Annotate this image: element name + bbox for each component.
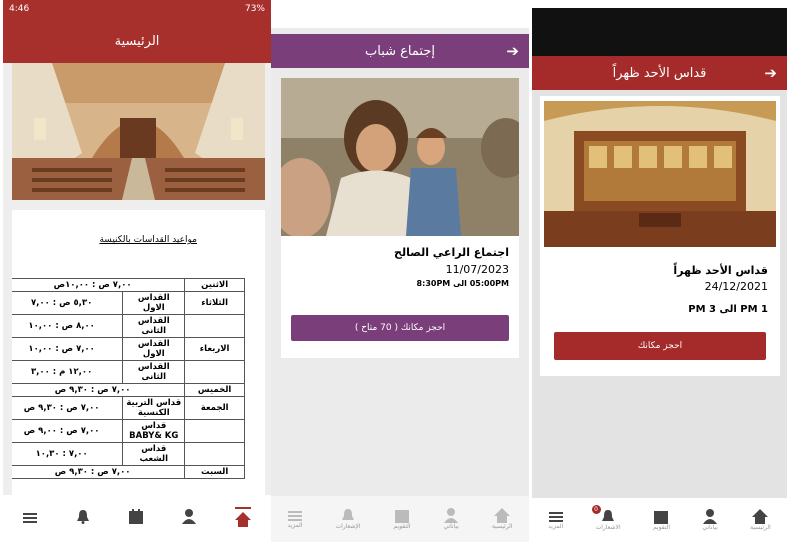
mass-cell: القداس الثانى	[122, 360, 186, 384]
status-time: 4:46	[9, 4, 30, 14]
mass-cell: القداس الاول	[122, 337, 186, 361]
mass-cell: قداس الشعب	[122, 442, 186, 466]
schedule-table: الاثنين ٧,٠٠ ص : ١٠,٠٠ص الثلاثاء القداس الا…	[12, 278, 245, 479]
mass-cell: قداس BABY& KG	[122, 419, 186, 443]
youth-header: إجتماع شباب ➔	[271, 34, 529, 68]
bottom-nav: المزيد الإشعارات التقويم بياناتي الرئيسي…	[271, 496, 529, 542]
user-icon[interactable]	[182, 509, 197, 528]
event-title: اجتماع الراعي الصالح	[394, 246, 509, 259]
day-cell: السبت	[184, 465, 245, 479]
time-cell: ٧,٠٠ ص : ٩,٣٠ ص	[12, 396, 124, 420]
mass-cell: القداس الثانى	[122, 314, 186, 338]
event-photo	[544, 101, 776, 247]
time-cell: ٧,٠٠ ص : ١٠,٠٠ص	[12, 278, 186, 292]
nav-profile-label: بياناتي	[702, 524, 718, 531]
nav-notifications-label: الإشعارات	[335, 523, 361, 530]
time-cell: ٧,٠٠ ص : ٩,٠٠ ص	[12, 419, 124, 443]
table-row: الجمعة قداس التربية الكنسية ٧,٠٠ ص : ٩,٣٠ …	[12, 396, 245, 420]
bottom-nav: المزيد 0 الاشعارات التقويم بياناتي الرئيس…	[532, 498, 787, 542]
table-row: القداس الثانى ١٢,٠٠ م : ٣,٠٠	[12, 360, 245, 384]
schedule-card: مواعيد القداسات بالكنيسة الاثنين ٧,٠٠ ص :…	[12, 210, 265, 495]
nav-calendar[interactable]: التقويم	[653, 509, 670, 531]
status-bar	[532, 8, 787, 56]
event-card: اجتماع الراعي الصالح 11/07/2023 05:00PM …	[281, 78, 519, 358]
notification-badge: 0	[591, 505, 601, 514]
home-screen: 4:46 73% الرئيسية مواعيد القداسات بالكني…	[3, 0, 271, 542]
day-cell: الخميس	[184, 383, 245, 397]
church-photo	[12, 63, 265, 200]
page-title: قداس الأحد ظهراً	[612, 65, 707, 81]
mass-header: قداس الأحد ظهراً ➔	[532, 56, 787, 90]
calendar-icon[interactable]	[128, 509, 143, 528]
day-cell: الجمعة	[184, 396, 245, 420]
time-cell: ٨,٠٠ ص : ١٠,٠٠	[12, 314, 124, 338]
nav-more-label: المزيد	[287, 521, 303, 529]
day-cell: الثلاثاء	[184, 291, 245, 315]
page-title: إجتماع شباب	[365, 43, 435, 59]
day-cell: الاربعاء	[184, 337, 245, 361]
time-cell: ٧,٠٠ ص : ١٠,٠٠	[12, 337, 124, 361]
home-icon[interactable]	[235, 506, 252, 531]
nav-home[interactable]: الرئيسية	[750, 509, 771, 531]
schedule-title: مواعيد القداسات بالكنيسة	[99, 235, 197, 245]
event-title: قداس الأحد ظهراً	[673, 264, 768, 277]
nav-home[interactable]: الرئيسية	[492, 508, 513, 530]
nav-home-label: الرئيسية	[491, 523, 513, 530]
table-row: القداس الثانى ٨,٠٠ ص : ١٠,٠٠	[12, 314, 245, 338]
youth-meeting-screen: إجتماع شباب ➔ اجتماع الراعي الصالح 11/07…	[271, 28, 529, 542]
mass-cell: قداس التربية الكنسية	[122, 396, 186, 420]
book-seat-button[interactable]: احجز مكانك ( 70 متاح )	[291, 315, 509, 341]
nav-notifications[interactable]: الإشعارات	[335, 508, 361, 530]
table-row: السبت ٧,٠٠ ص : ٩,٣٠ ص	[12, 465, 245, 479]
home-header: الرئيسية	[3, 20, 271, 63]
event-photo	[281, 78, 519, 236]
table-row: قداس BABY& KG ٧,٠٠ ص : ٩,٠٠ ص	[12, 419, 245, 443]
nav-profile[interactable]: بياناتي	[443, 508, 459, 530]
event-date: 24/12/2021	[704, 280, 768, 293]
sunday-mass-screen: قداس الأحد ظهراً ➔ قداس الأحد ظهراً 24/1…	[532, 8, 787, 542]
nav-home-label: الرئيسية	[750, 524, 771, 531]
table-row: قداس الشعب ٧,٠٠ : ١٠,٣٠	[12, 442, 245, 466]
book-seat-button[interactable]: احجز مكانك	[554, 332, 766, 360]
event-time: 05:00PM الى 8:30PM	[416, 279, 509, 288]
nav-more[interactable]: المزيد	[287, 510, 303, 529]
time-cell: ٧,٠٠ ص : ٩,٣٠ ص	[12, 383, 186, 397]
page-title: الرئيسية	[114, 34, 160, 49]
status-battery: 73%	[244, 4, 265, 14]
day-cell: الاثنين	[184, 278, 245, 292]
nav-notifications[interactable]: 0 الاشعارات	[591, 505, 621, 531]
nav-profile[interactable]: بياناتي	[702, 509, 718, 531]
bottom-nav	[3, 495, 271, 542]
nav-profile-label: بياناتي	[443, 523, 459, 530]
time-cell: ٥,٣٠ ص : ٧,٠٠	[12, 291, 124, 315]
day-cell	[184, 442, 245, 466]
nav-calendar-label: التقويم	[652, 524, 671, 531]
day-cell	[184, 360, 245, 384]
event-time: 1 PM الى 3 PM	[688, 304, 768, 315]
nav-calendar-label: التقويم	[393, 523, 411, 530]
nav-more[interactable]: المزيد	[548, 511, 563, 530]
time-cell: ٧,٠٠ ص : ٩,٣٠ ص	[12, 465, 186, 479]
day-cell	[184, 314, 245, 338]
table-row: الثلاثاء القداس الاول ٥,٣٠ ص : ٧,٠٠	[12, 291, 245, 315]
nav-notifications-label: الاشعارات	[595, 524, 621, 531]
back-arrow-icon[interactable]: ➔	[764, 64, 777, 82]
mass-cell: القداس الاول	[122, 291, 186, 315]
nav-more-label: المزيد	[548, 522, 564, 530]
event-card: قداس الأحد ظهراً 24/12/2021 1 PM الى 3 P…	[540, 96, 780, 376]
event-date: 11/07/2023	[445, 263, 509, 276]
day-cell	[184, 419, 245, 443]
status-bar: 4:46 73%	[3, 0, 271, 20]
back-arrow-icon[interactable]: ➔	[506, 42, 519, 60]
bell-icon[interactable]	[76, 509, 90, 528]
time-cell: ١٢,٠٠ م : ٣,٠٠	[12, 360, 124, 384]
time-cell: ٧,٠٠ : ١٠,٣٠	[12, 442, 124, 466]
table-row: الخميس ٧,٠٠ ص : ٩,٣٠ ص	[12, 383, 245, 397]
table-row: الاثنين ٧,٠٠ ص : ١٠,٠٠ص	[12, 278, 245, 292]
menu-icon[interactable]	[22, 509, 37, 528]
nav-calendar[interactable]: التقويم	[393, 508, 411, 530]
table-row: الاربعاء القداس الاول ٧,٠٠ ص : ١٠,٠٠	[12, 337, 245, 361]
